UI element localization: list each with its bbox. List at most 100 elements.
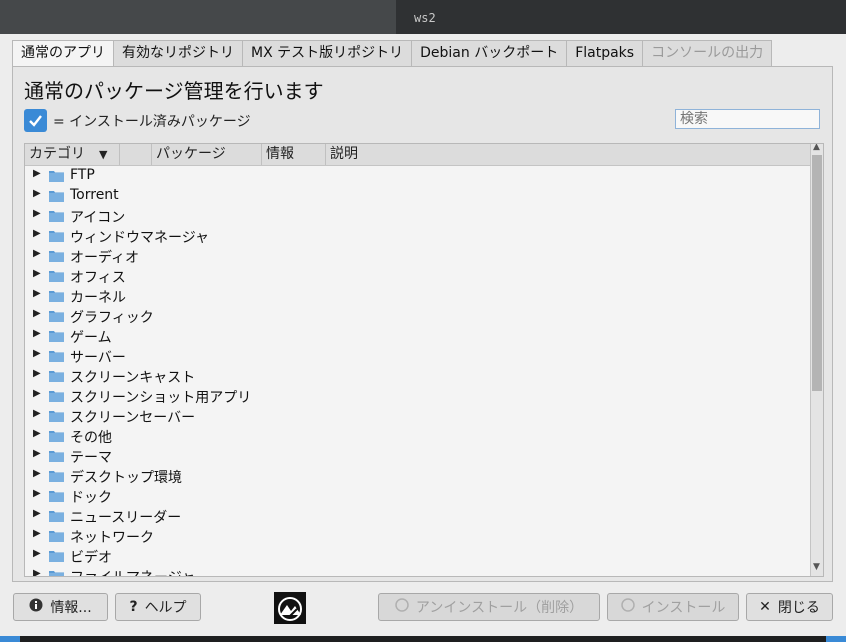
- expand-arrow-icon[interactable]: ▶: [33, 248, 41, 259]
- tab-flatpaks[interactable]: Flatpaks: [566, 40, 644, 66]
- category-label: ドック: [70, 490, 112, 506]
- expand-arrow-icon[interactable]: ▶: [33, 428, 41, 439]
- window-title: ws2: [414, 11, 436, 25]
- column-status[interactable]: [119, 144, 151, 165]
- close-button[interactable]: ✕ 閉じる: [746, 593, 833, 621]
- tab-enabled-repos[interactable]: 有効なリポジトリ: [113, 40, 243, 66]
- app-window: 通常のアプリ 有効なリポジトリ MX テスト版リポジトリ Debian バックポ…: [0, 34, 846, 636]
- category-row[interactable]: ▶ スクリーンショット用アプリ: [25, 386, 810, 406]
- info-icon: [29, 598, 43, 616]
- category-label: ウィンドウマネージャ: [70, 230, 210, 246]
- expand-arrow-icon[interactable]: ▶: [33, 408, 41, 419]
- category-row[interactable]: ▶ ファイルマネージャ: [25, 566, 810, 576]
- category-label: テーマ: [70, 450, 112, 466]
- category-label: グラフィック: [70, 310, 154, 326]
- category-label: オーディオ: [70, 250, 140, 266]
- category-row[interactable]: ▶ オフィス: [25, 266, 810, 286]
- expand-arrow-icon[interactable]: ▶: [33, 348, 41, 359]
- search-input[interactable]: [675, 109, 820, 129]
- category-label: デスクトップ環境: [70, 470, 182, 486]
- column-package[interactable]: パッケージ: [151, 144, 261, 165]
- expand-arrow-icon[interactable]: ▶: [33, 388, 41, 399]
- category-label: その他: [70, 430, 112, 446]
- category-row[interactable]: ▶ ゲーム: [25, 326, 810, 346]
- category-row[interactable]: ▶ ネットワーク: [25, 526, 810, 546]
- category-row[interactable]: ▶ ウィンドウマネージャ: [25, 226, 810, 246]
- category-label: スクリーンショット用アプリ: [70, 390, 252, 406]
- expand-arrow-icon[interactable]: ▶: [33, 368, 41, 379]
- category-row[interactable]: ▶ デスクトップ環境: [25, 466, 810, 486]
- folder-icon: [49, 530, 64, 542]
- expand-arrow-icon[interactable]: ▶: [33, 468, 41, 479]
- expand-arrow-icon[interactable]: ▶: [33, 568, 41, 576]
- category-row[interactable]: ▶ スクリーンキャスト: [25, 366, 810, 386]
- category-row[interactable]: ▶ ドック: [25, 486, 810, 506]
- tab-debian-backports[interactable]: Debian バックポート: [411, 40, 568, 66]
- expand-arrow-icon[interactable]: ▶: [33, 228, 41, 239]
- folder-icon: [49, 550, 64, 562]
- expand-arrow-icon[interactable]: ▶: [33, 288, 41, 299]
- tab-mx-test-repo[interactable]: MX テスト版リポジトリ: [242, 40, 413, 66]
- column-description[interactable]: 説明: [325, 144, 810, 165]
- help-button[interactable]: ? ヘルプ: [115, 593, 201, 621]
- expand-arrow-icon[interactable]: ▶: [33, 268, 41, 279]
- expand-arrow-icon[interactable]: ▶: [33, 548, 41, 559]
- category-row[interactable]: ▶ Torrent: [25, 186, 810, 206]
- folder-icon: [49, 310, 64, 322]
- expand-arrow-icon[interactable]: ▶: [33, 208, 41, 219]
- install-button-label: インストール: [641, 600, 726, 616]
- close-button-label: 閉じる: [777, 600, 820, 616]
- folder-icon: [49, 410, 64, 422]
- expand-arrow-icon[interactable]: ▶: [33, 168, 41, 179]
- taskbar-strip: [0, 636, 846, 642]
- expand-arrow-icon[interactable]: ▶: [33, 488, 41, 499]
- category-row[interactable]: ▶ カーネル: [25, 286, 810, 306]
- column-info[interactable]: 情報: [261, 144, 325, 165]
- column-description-label: 説明: [330, 146, 358, 162]
- category-row[interactable]: ▶ テーマ: [25, 446, 810, 466]
- column-category-label: カテゴリ: [29, 146, 85, 162]
- folder-icon: [49, 330, 64, 342]
- category-row[interactable]: ▶ その他: [25, 426, 810, 446]
- category-row[interactable]: ▶ FTP: [25, 166, 810, 186]
- category-label: ニュースリーダー: [70, 510, 182, 526]
- category-row[interactable]: ▶ ビデオ: [25, 546, 810, 566]
- category-label: オフィス: [70, 270, 126, 286]
- category-row[interactable]: ▶ ニュースリーダー: [25, 506, 810, 526]
- column-category[interactable]: カテゴリ ▼: [25, 144, 119, 165]
- folder-icon: [49, 230, 64, 242]
- tab-regular-apps[interactable]: 通常のアプリ: [12, 40, 114, 67]
- expand-arrow-icon[interactable]: ▶: [33, 328, 41, 339]
- titlebar-left-area: [0, 0, 396, 34]
- package-tree: カテゴリ ▼ パッケージ 情報 説明 ▶ FTP ▶ Torrent ▶ アイコン ▶ ウィン…: [24, 143, 824, 577]
- category-label: ネットワーク: [70, 530, 154, 546]
- category-row[interactable]: ▶ グラフィック: [25, 306, 810, 326]
- expand-arrow-icon[interactable]: ▶: [33, 448, 41, 459]
- vertical-scrollbar[interactable]: ▲ ▼: [810, 144, 823, 576]
- expand-arrow-icon[interactable]: ▶: [33, 308, 41, 319]
- expand-arrow-icon[interactable]: ▶: [33, 508, 41, 519]
- folder-icon: [49, 510, 64, 522]
- category-row[interactable]: ▶ スクリーンセーバー: [25, 406, 810, 426]
- category-row[interactable]: ▶ アイコン: [25, 206, 810, 226]
- folder-icon: [49, 370, 64, 382]
- download-icon: [620, 598, 635, 616]
- help-button-label: ヘルプ: [144, 600, 187, 616]
- folder-icon: [49, 270, 64, 282]
- scroll-up-icon[interactable]: ▲: [813, 144, 820, 152]
- scroll-down-icon[interactable]: ▼: [813, 562, 820, 572]
- info-button[interactable]: 情報...: [13, 593, 108, 621]
- folder-icon: [49, 350, 64, 362]
- category-list: ▶ FTP ▶ Torrent ▶ アイコン ▶ ウィンドウマネージャ ▶ オーディオ ▶ オフィス ▶…: [25, 166, 810, 576]
- category-row[interactable]: ▶ サーバー: [25, 346, 810, 366]
- expand-arrow-icon[interactable]: ▶: [33, 528, 41, 539]
- tab-panel: 通常のパッケージ管理を行います = インストール済みパッケージ カテゴリ ▼ パ…: [12, 66, 833, 582]
- category-label: FTP: [70, 167, 95, 183]
- scrollbar-thumb[interactable]: [812, 155, 822, 391]
- info-button-label: 情報...: [50, 600, 92, 616]
- expand-arrow-icon[interactable]: ▶: [33, 188, 41, 199]
- column-package-label: パッケージ: [156, 146, 226, 162]
- folder-icon: [49, 570, 64, 576]
- category-row[interactable]: ▶ オーディオ: [25, 246, 810, 266]
- category-label: サーバー: [70, 350, 126, 366]
